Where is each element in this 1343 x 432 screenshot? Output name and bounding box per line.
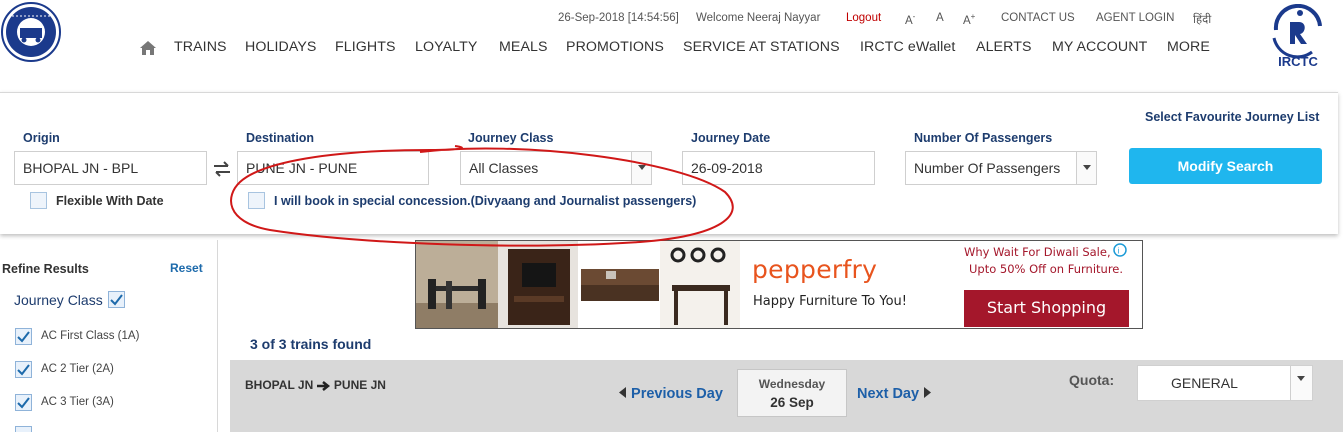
current-day-name: Wednesday: [758, 377, 826, 391]
class-1a-checkbox[interactable]: [15, 328, 32, 345]
modify-search-button[interactable]: Modify Search: [1129, 148, 1322, 184]
quota-label: Quota:: [1069, 372, 1115, 388]
journey-class-value: All Classes: [469, 160, 539, 176]
journey-class-filter-title: Journey Class: [14, 292, 103, 308]
caret-left-icon: [619, 387, 626, 398]
favourite-journey-link[interactable]: Select Favourite Journey List: [1145, 110, 1319, 124]
checkmark-icon: [110, 294, 123, 306]
origin-label: Origin: [23, 131, 60, 145]
journey-date-input[interactable]: 26-09-2018: [682, 151, 875, 185]
next-day-link[interactable]: Next Day: [857, 386, 932, 402]
ad-info-icon-glyph: i: [1118, 247, 1120, 256]
journey-date-label: Journey Date: [691, 131, 771, 145]
welcome-text: Welcome Neeraj Nayyar: [696, 12, 821, 24]
ad-headline-line1: Why Wait For Diwali Sale,: [964, 245, 1111, 259]
caret-right-icon: [924, 387, 932, 398]
previous-day-label: Previous Day: [631, 386, 723, 402]
refine-results-title: Refine Results: [2, 262, 89, 276]
swap-stations-icon[interactable]: [212, 160, 232, 178]
chevron-down-icon[interactable]: [1076, 152, 1096, 184]
class-next-checkbox[interactable]: [15, 426, 32, 432]
origin-input[interactable]: BHOPAL JN - BPL: [14, 151, 207, 185]
start-shopping-button[interactable]: Start Shopping: [964, 298, 1129, 317]
agent-login-link[interactable]: AGENT LOGIN: [1096, 12, 1174, 24]
next-day-label: Next Day: [857, 386, 920, 402]
ad-headline-line2: Upto 50% Off on Furniture.: [969, 262, 1124, 276]
nav-loyalty[interactable]: LOYALTY: [415, 39, 477, 55]
passengers-value: Number Of Passengers: [914, 160, 1061, 176]
nav-meals[interactable]: MEALS: [499, 39, 548, 55]
quota-value: GENERAL: [1171, 375, 1238, 391]
nav-irctc-ewallet[interactable]: IRCTC eWallet: [860, 39, 955, 55]
current-day-box: Wednesday 26 Sep: [737, 369, 847, 417]
home-icon[interactable]: [140, 41, 156, 55]
ad-brand-name: pepperfry: [752, 255, 878, 284]
trains-found-count: 3 of 3 trains found: [250, 336, 372, 352]
previous-day-link[interactable]: Previous Day: [619, 386, 723, 402]
route-from: BHOPAL JN: [245, 378, 314, 392]
indian-railways-logo[interactable]: [0, 0, 63, 66]
site-header: 26-Sep-2018 [14:54:56] Welcome Neeraj Na…: [0, 0, 1343, 92]
class-1a-label: AC First Class (1A): [41, 330, 140, 342]
font-decrease-button[interactable]: A-: [905, 12, 915, 27]
class-3a-checkbox[interactable]: [15, 394, 32, 411]
checkmark-icon: [17, 331, 30, 343]
chevron-down-icon[interactable]: [1290, 366, 1312, 400]
destination-label: Destination: [246, 131, 315, 145]
nav-trains[interactable]: TRAINS: [174, 39, 227, 55]
nav-promotions[interactable]: PROMOTIONS: [566, 39, 664, 55]
passengers-select[interactable]: Number Of Passengers: [905, 151, 1097, 185]
pepperfry-ad-banner[interactable]: i pepperfry Happy Furniture To You! Why …: [415, 240, 1143, 329]
journey-class-select[interactable]: All Classes: [460, 151, 652, 185]
irctc-logo[interactable]: IRCTC: [1268, 4, 1328, 68]
checkmark-icon: [17, 397, 30, 409]
nav-holidays[interactable]: HOLIDAYS: [245, 39, 317, 55]
font-normal-button[interactable]: A: [936, 12, 944, 24]
current-datetime: 26-Sep-2018 [14:54:56]: [558, 12, 679, 24]
nav-more[interactable]: MORE: [1167, 39, 1210, 55]
arrow-right-icon: [316, 380, 330, 391]
destination-input[interactable]: PUNE JN - PUNE: [237, 151, 429, 185]
flexible-date-label: Flexible With Date: [56, 194, 164, 208]
journey-class-label: Journey Class: [468, 131, 554, 145]
ad-tagline: Happy Furniture To You!: [753, 294, 908, 309]
journey-class-all-checkbox[interactable]: [108, 291, 125, 308]
special-concession-checkbox[interactable]: [248, 192, 265, 209]
flexible-date-checkbox[interactable]: [30, 192, 47, 209]
class-2a-label: AC 2 Tier (2A): [41, 363, 114, 375]
font-increase-button[interactable]: A+: [963, 12, 975, 27]
nav-my-account[interactable]: MY ACCOUNT: [1052, 39, 1147, 55]
special-concession-label: I will book in special concession.(Divya…: [274, 194, 697, 208]
nav-service-at-stations[interactable]: SERVICE AT STATIONS: [683, 39, 840, 55]
current-day-date: 26 Sep: [770, 395, 814, 410]
chevron-down-icon[interactable]: [631, 152, 651, 184]
passengers-label: Number Of Passengers: [914, 131, 1053, 145]
reset-filters-link[interactable]: Reset: [170, 261, 203, 275]
nav-flights[interactable]: FLIGHTS: [335, 39, 396, 55]
route-to: PUNE JN: [333, 378, 386, 392]
irctc-logo-text: IRCTC: [1278, 54, 1318, 68]
contact-us-link[interactable]: CONTACT US: [1001, 12, 1075, 24]
ad-info-icon: [1113, 243, 1127, 257]
quota-select[interactable]: GENERAL: [1137, 365, 1313, 401]
route-heading: BHOPAL JN PUNE JN: [245, 378, 386, 392]
nav-alerts[interactable]: ALERTS: [976, 39, 1032, 55]
class-3a-label: AC 3 Tier (3A): [41, 396, 114, 408]
checkmark-icon: [17, 364, 30, 376]
class-2a-checkbox[interactable]: [15, 361, 32, 378]
hindi-language-link[interactable]: हिंदी: [1193, 12, 1211, 27]
logout-link[interactable]: Logout: [846, 12, 881, 24]
